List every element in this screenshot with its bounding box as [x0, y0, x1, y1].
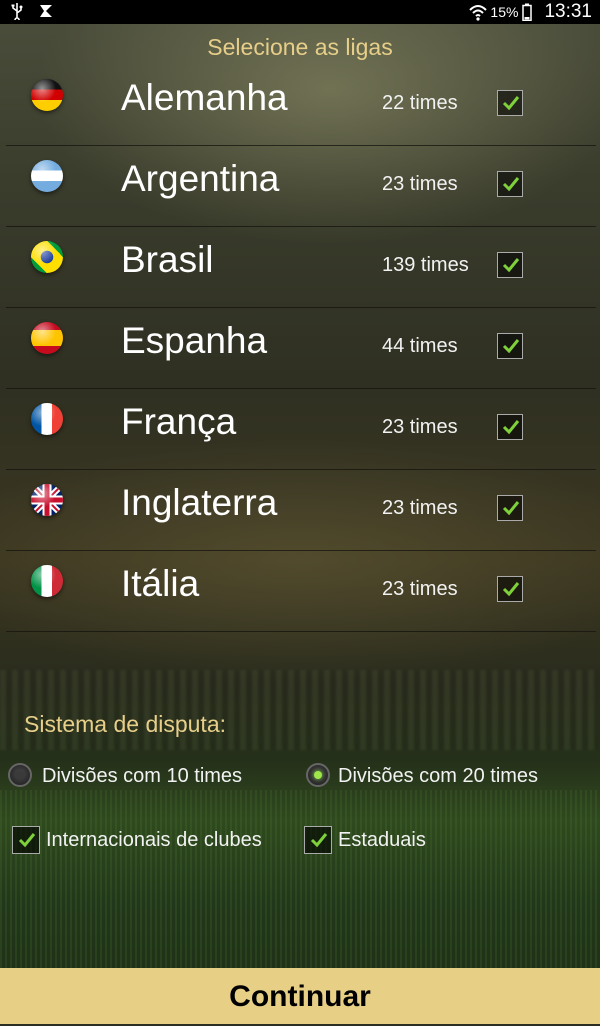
league-name: Argentina — [121, 158, 280, 199]
state-championships-checkbox[interactable] — [304, 826, 332, 854]
england-flag-icon — [31, 484, 63, 516]
radio-divisions-10[interactable] — [8, 763, 32, 787]
brazil-flag-icon — [31, 241, 63, 273]
argentina-flag-icon — [31, 160, 63, 192]
team-count: 22 times — [382, 92, 458, 114]
wifi-icon — [468, 3, 488, 21]
league-checkbox[interactable] — [497, 576, 523, 602]
page-title: Selecione as ligas — [207, 34, 393, 60]
league-checkbox[interactable] — [497, 495, 523, 521]
status-bar: 15% 13:31 — [0, 0, 600, 24]
radio-divisions-20[interactable] — [306, 763, 330, 787]
international-clubs-label[interactable]: Internacionais de clubes — [46, 829, 262, 852]
list-item[interactable]: Itália 23 times — [6, 551, 596, 632]
france-flag-icon — [31, 403, 63, 435]
team-count: 23 times — [382, 173, 458, 195]
system-label: Sistema de disputa: — [24, 711, 227, 737]
team-count: 23 times — [382, 497, 458, 519]
list-item[interactable]: Espanha 44 times — [6, 308, 596, 389]
usb-icon — [10, 2, 28, 23]
battery-percent: 15% — [490, 4, 519, 20]
league-name: França — [121, 401, 237, 442]
league-checkbox[interactable] — [497, 171, 523, 197]
team-count: 23 times — [382, 416, 458, 438]
league-checkbox[interactable] — [497, 252, 523, 278]
radio-indicator — [16, 771, 24, 779]
app-notification-icon — [38, 2, 56, 20]
league-name: Itália — [121, 563, 200, 604]
list-item[interactable]: Alemanha 22 times — [6, 65, 596, 146]
clock: 13:31 — [544, 1, 592, 22]
radio-indicator — [314, 771, 322, 779]
list-item[interactable]: Argentina 23 times — [6, 146, 596, 227]
state-championships-label[interactable]: Estaduais — [338, 829, 426, 852]
list-item[interactable]: Brasil 139 times — [6, 227, 596, 308]
team-count: 23 times — [382, 578, 458, 600]
list-item[interactable]: França 23 times — [6, 389, 596, 470]
league-name: Alemanha — [121, 77, 288, 118]
league-checkbox[interactable] — [497, 90, 523, 116]
italy-flag-icon — [31, 565, 63, 597]
radio-label-divisions-20[interactable]: Divisões com 20 times — [338, 765, 538, 788]
league-name: Brasil — [121, 239, 214, 280]
battery-icon — [522, 3, 540, 22]
international-clubs-checkbox[interactable] — [12, 826, 40, 854]
radio-label-divisions-10[interactable]: Divisões com 10 times — [42, 765, 242, 788]
league-name: Inglaterra — [121, 482, 278, 523]
team-count: 44 times — [382, 335, 458, 357]
league-checkbox[interactable] — [497, 414, 523, 440]
league-checkbox[interactable] — [497, 333, 523, 359]
germany-flag-icon — [31, 79, 63, 111]
spain-flag-icon — [31, 322, 63, 354]
continue-button[interactable]: Continuar — [0, 968, 600, 1024]
league-name: Espanha — [121, 320, 268, 361]
team-count: 139 times — [382, 254, 469, 276]
league-list: Alemanha 22 times Argentina 23 times Bra… — [6, 65, 596, 632]
list-item[interactable]: Inglaterra 23 times — [6, 470, 596, 551]
